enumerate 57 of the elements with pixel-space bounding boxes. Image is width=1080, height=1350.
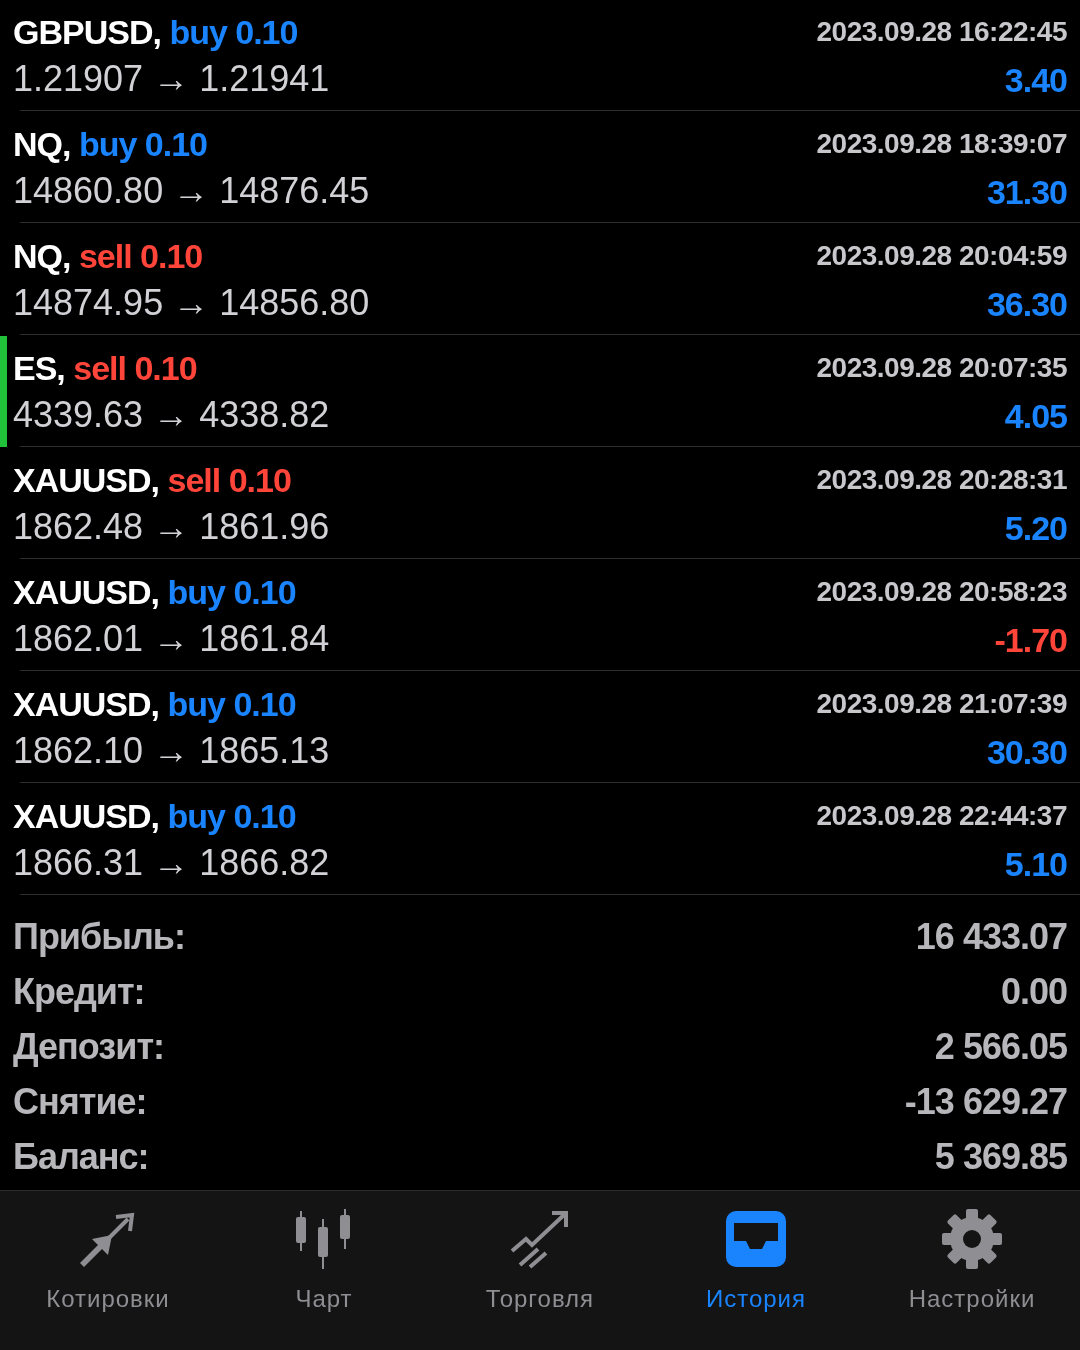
summary-value: -13 629.27 bbox=[904, 1080, 1067, 1123]
deal-time: 2023.09.28 20:04:59 bbox=[816, 239, 1067, 272]
order-type: buy 0.10 bbox=[167, 684, 296, 723]
summary-label: Кредит: bbox=[13, 970, 145, 1013]
summary-label: Баланс: bbox=[13, 1135, 149, 1178]
price-range: 1862.01 → 1861.84 bbox=[13, 617, 331, 660]
price-range: 14874.95 → 14856.80 bbox=[13, 281, 371, 324]
summary-label: Депозит: bbox=[13, 1025, 164, 1068]
profit-value: 31.30 bbox=[985, 172, 1067, 212]
order-type: buy 0.10 bbox=[78, 124, 207, 163]
price-range: 1.21907 → 1.21941 bbox=[13, 57, 331, 100]
order-type: sell 0.10 bbox=[167, 460, 291, 499]
symbol: XAUUSD, bbox=[13, 796, 160, 835]
deal-time: 2023.09.28 20:07:35 bbox=[816, 351, 1067, 384]
symbol: NQ, bbox=[13, 124, 71, 163]
deal-row[interactable]: ES, sell 0.10 2023.09.28 20:07:35 4339.63 → 4338.82 4.05 bbox=[0, 336, 1080, 447]
summary-value: 0.00 bbox=[1000, 970, 1067, 1013]
deal-time: 2023.09.28 22:44:37 bbox=[816, 799, 1067, 832]
profit-value: 3.40 bbox=[1003, 60, 1067, 100]
tab[interactable]: Настройки bbox=[864, 1191, 1080, 1350]
deal-time: 2023.09.28 20:28:31 bbox=[816, 463, 1067, 496]
symbol: XAUUSD, bbox=[13, 460, 160, 499]
tab[interactable]: Котировки bbox=[0, 1191, 216, 1350]
order-type: buy 0.10 bbox=[167, 796, 296, 835]
profit-value: 5.20 bbox=[1003, 508, 1067, 548]
symbol: NQ, bbox=[13, 236, 71, 275]
symbol: GBPUSD, bbox=[13, 12, 161, 51]
deal-time: 2023.09.28 16:22:45 bbox=[816, 15, 1067, 48]
deal-time: 2023.09.28 18:39:07 bbox=[816, 127, 1067, 160]
symbol: XAUUSD, bbox=[13, 572, 160, 611]
price-range: 1866.31 → 1866.82 bbox=[13, 841, 331, 884]
summary-value: 5 369.85 bbox=[934, 1135, 1067, 1178]
price-range: 4339.63 → 4338.82 bbox=[13, 393, 331, 436]
price-range: 14860.80 → 14876.45 bbox=[13, 169, 371, 212]
order-type: sell 0.10 bbox=[73, 348, 197, 387]
profit-value: 4.05 bbox=[1003, 396, 1067, 436]
order-type: buy 0.10 bbox=[169, 12, 298, 51]
symbol: ES, bbox=[13, 348, 65, 387]
summary-label: Снятие: bbox=[13, 1080, 147, 1123]
profit-value: 36.30 bbox=[985, 284, 1067, 324]
order-type: buy 0.10 bbox=[167, 572, 296, 611]
summary-value: 2 566.05 bbox=[934, 1025, 1067, 1068]
price-range: 1862.48 → 1861.96 bbox=[13, 505, 331, 548]
price-range: 1862.10 → 1865.13 bbox=[13, 729, 331, 772]
summary-label: Прибыль: bbox=[13, 915, 185, 958]
deal-time: 2023.09.28 21:07:39 bbox=[816, 687, 1067, 720]
profit-value: -1.70 bbox=[993, 620, 1067, 660]
profit-value: 30.30 bbox=[985, 732, 1067, 772]
profit-value: 5.10 bbox=[1003, 844, 1067, 884]
tab[interactable]: Торговля bbox=[432, 1191, 648, 1350]
symbol: XAUUSD, bbox=[13, 684, 160, 723]
tab[interactable]: Чарт bbox=[216, 1191, 432, 1350]
order-type: sell 0.10 bbox=[78, 236, 203, 275]
tab[interactable]: История bbox=[648, 1191, 864, 1350]
settings-icon bbox=[940, 1207, 1004, 1271]
deal-time: 2023.09.28 20:58:23 bbox=[816, 575, 1067, 608]
summary-value: 16 433.07 bbox=[915, 915, 1067, 958]
